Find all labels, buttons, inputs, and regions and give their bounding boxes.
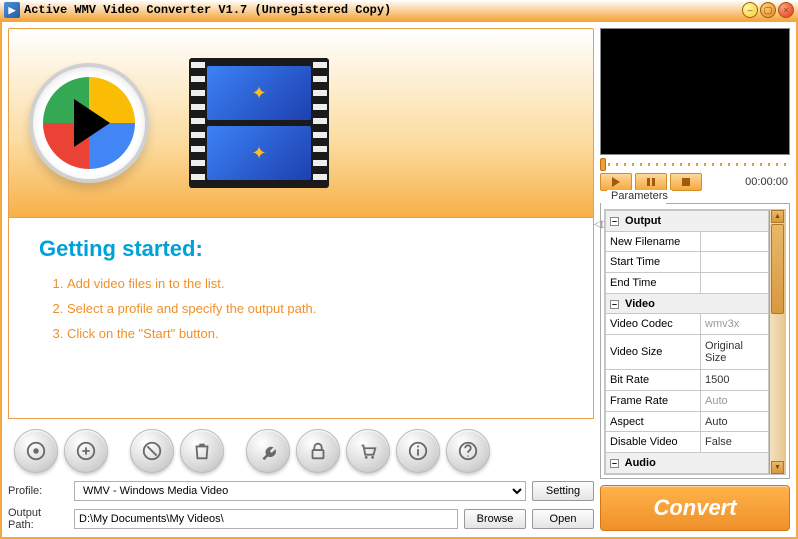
profile-label: Profile: (8, 485, 68, 497)
param-value[interactable]: wmv3x (701, 314, 769, 335)
add-folder-button[interactable] (64, 429, 108, 473)
toolbar (8, 419, 594, 477)
param-key: Disable Video (606, 432, 701, 453)
minimize-button[interactable]: – (742, 2, 758, 18)
param-key: Video Codec (606, 314, 701, 335)
parameters-legend: Parameters (607, 190, 672, 202)
settings-button[interactable] (246, 429, 290, 473)
output-path-label: Output Path: (8, 507, 68, 531)
param-key: Aspect (606, 411, 701, 432)
param-value[interactable]: Auto (701, 411, 769, 432)
stop-button[interactable] (670, 173, 702, 191)
convert-button[interactable]: Convert (600, 485, 790, 531)
seek-slider[interactable] (600, 155, 790, 173)
film-strip-icon: ✦✦ (189, 58, 329, 188)
help-button[interactable] (446, 429, 490, 473)
guide-step: Select a profile and specify the output … (67, 301, 563, 316)
banner: ✦✦ (8, 28, 594, 218)
param-key: Bit Rate (606, 370, 701, 391)
param-value[interactable] (701, 252, 769, 273)
param-key: New Filename (606, 231, 701, 252)
app-icon: ▶ (4, 2, 20, 18)
close-button[interactable]: × (778, 2, 794, 18)
param-value[interactable]: 1500 (701, 370, 769, 391)
param-value[interactable] (701, 273, 769, 294)
param-key: Start Time (606, 252, 701, 273)
open-button[interactable]: Open (532, 509, 594, 529)
window-title: Active WMV Video Converter V1.7 (Unregis… (24, 3, 391, 17)
profile-select[interactable]: WMV - Windows Media Video (74, 481, 526, 501)
param-key: Frame Rate (606, 391, 701, 412)
param-value[interactable] (701, 231, 769, 252)
param-key: End Time (606, 273, 701, 294)
maximize-button[interactable]: ▢ (760, 2, 776, 18)
clear-button[interactable] (180, 429, 224, 473)
guide-step: Add video files in to the list. (67, 276, 563, 291)
play-icon (74, 99, 110, 147)
play-button[interactable] (600, 173, 632, 191)
title-bar: ▶ Active WMV Video Converter V1.7 (Unreg… (0, 0, 798, 20)
param-value[interactable]: Auto (701, 391, 769, 412)
parameters-table[interactable]: – OutputNew FilenameStart TimeEnd Time– … (605, 210, 769, 474)
guide-step: Click on the "Start" button. (67, 326, 563, 341)
getting-started-panel: Getting started: Add video files in to t… (8, 217, 594, 419)
remove-button[interactable] (130, 429, 174, 473)
param-key: Video Size (606, 335, 701, 370)
param-value[interactable]: False (701, 432, 769, 453)
setting-button[interactable]: Setting (532, 481, 594, 501)
lock-button[interactable] (296, 429, 340, 473)
buy-button[interactable] (346, 429, 390, 473)
add-file-button[interactable] (14, 429, 58, 473)
param-value[interactable]: Original Size (701, 335, 769, 370)
about-button[interactable] (396, 429, 440, 473)
pause-button[interactable] (635, 173, 667, 191)
parameters-panel: Parameters ◁▷ – OutputNew FilenameStart … (600, 197, 790, 479)
guide-heading: Getting started: (39, 236, 563, 262)
browse-button[interactable]: Browse (464, 509, 526, 529)
param-group-header[interactable]: – Audio (606, 453, 769, 474)
timecode: 00:00:00 (705, 176, 790, 188)
video-preview (600, 28, 790, 155)
app-logo (29, 63, 149, 183)
param-group-header[interactable]: – Output (606, 211, 769, 232)
output-path-input[interactable] (74, 509, 458, 529)
param-group-header[interactable]: – Video (606, 293, 769, 314)
scrollbar[interactable]: ▲▼ (769, 210, 785, 474)
